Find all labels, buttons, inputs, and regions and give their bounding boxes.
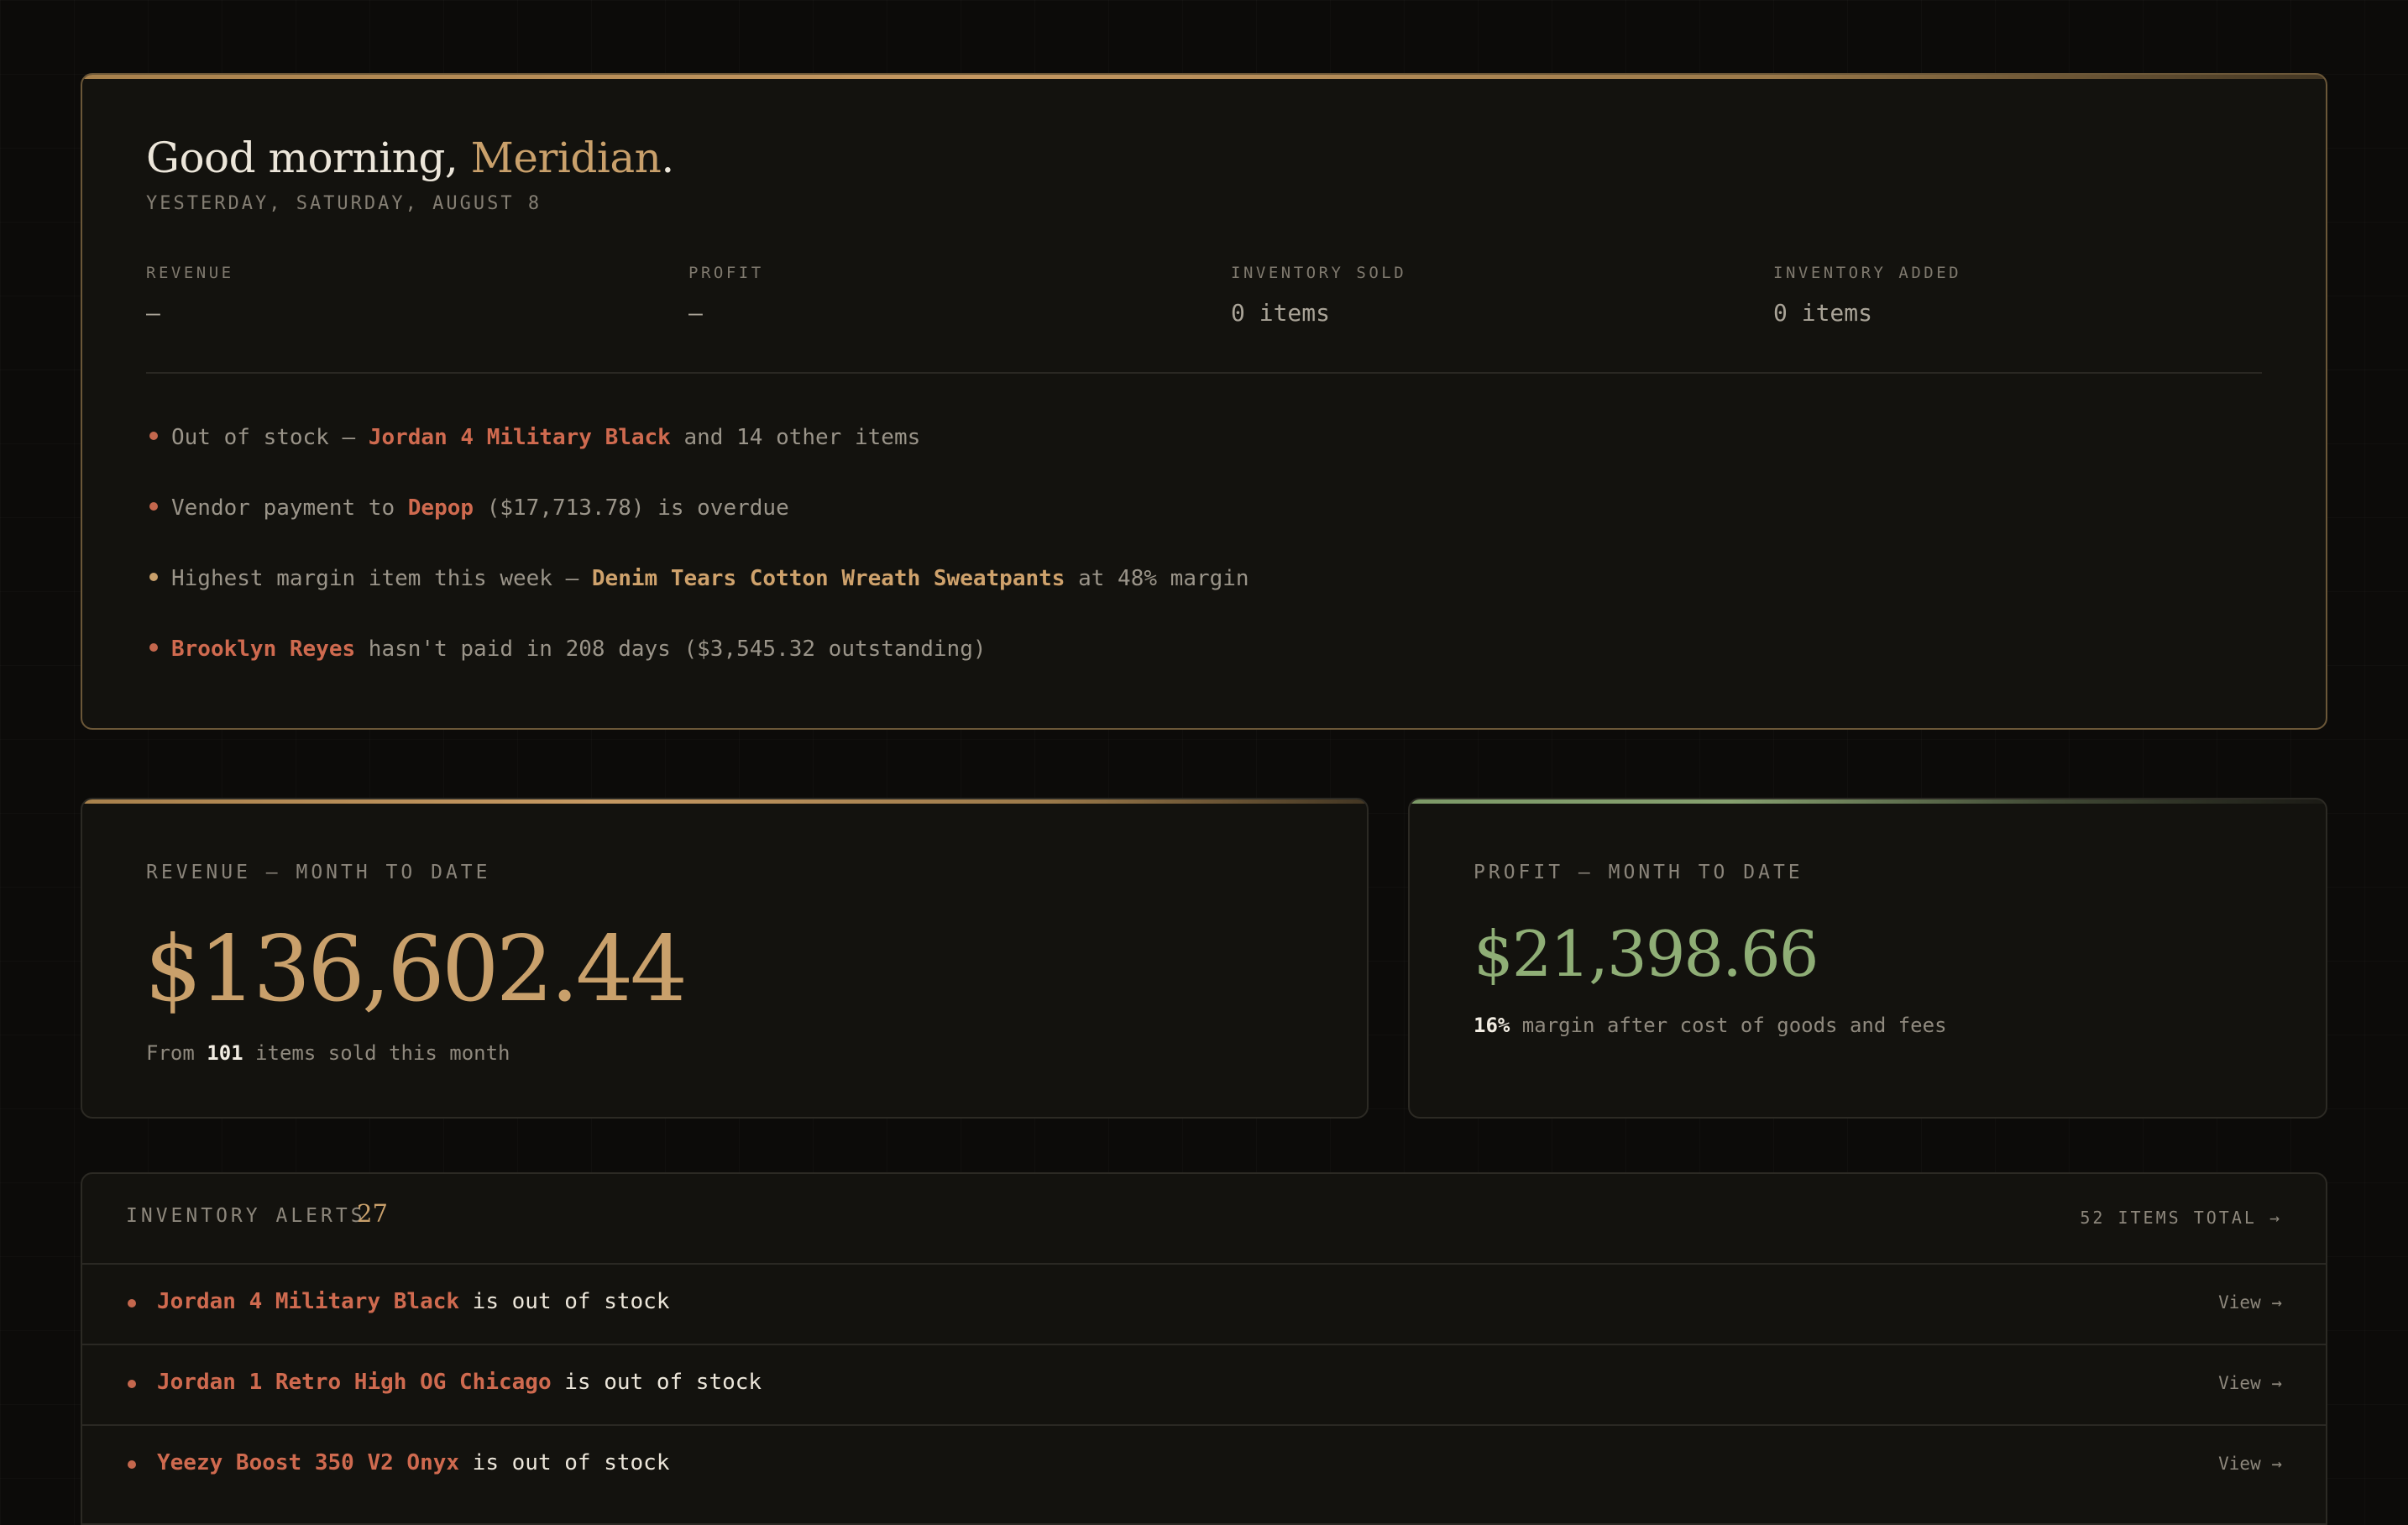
bullet-dot <box>149 573 158 581</box>
alert-dot <box>128 1460 136 1469</box>
insight-item: Vendor payment to Depop ($17,713.78) is … <box>146 495 789 521</box>
stat-inventory-added: INVENTORY ADDED 0 items <box>1773 264 1961 327</box>
alert-text: Jordan 1 Retro High OG Chicago is out of… <box>157 1370 762 1395</box>
profit-mtd-label: PROFIT — MONTH TO DATE <box>1474 862 1803 883</box>
profit-mtd-card: PROFIT — MONTH TO DATE $21,398.66 16% ma… <box>1408 798 2327 1119</box>
stat-profit: PROFIT — <box>688 264 764 327</box>
stat-value: — <box>688 299 703 327</box>
briefing-date: YESTERDAY, SATURDAY, AUGUST 8 <box>146 193 542 214</box>
insight-link[interactable]: Brooklyn Reyes <box>171 637 355 662</box>
insight-link[interactable]: Jordan 4 Military Black <box>369 425 671 450</box>
alert-item-name[interactable]: Yeezy Boost 350 V2 Onyx <box>157 1450 459 1475</box>
alert-text: Yeezy Boost 350 V2 Onyx is out of stock <box>157 1450 670 1475</box>
view-link[interactable]: View → <box>2218 1292 2282 1313</box>
alert-dot <box>128 1380 136 1388</box>
alert-text: Jordan 4 Military Black is out of stock <box>157 1289 670 1314</box>
insight-item: Brooklyn Reyes hasn't paid in 208 days (… <box>146 637 987 662</box>
bullet-dot <box>149 643 158 652</box>
stat-label: PROFIT <box>688 264 764 282</box>
alert-item-name[interactable]: Jordan 4 Military Black <box>157 1289 459 1314</box>
stat-inventory-sold: INVENTORY SOLD 0 items <box>1231 264 1406 327</box>
stat-value: — <box>146 299 160 327</box>
view-link[interactable]: View → <box>2218 1373 2282 1393</box>
insight-item: Highest margin item this week — Denim Te… <box>146 566 1249 591</box>
revenue-mtd-card: REVENUE — MONTH TO DATE $136,602.44 From… <box>81 798 1369 1119</box>
stat-revenue: REVENUE — <box>146 264 234 327</box>
stat-value: 0 items <box>1773 299 1873 327</box>
items-total-link[interactable]: 52 ITEMS TOTAL → <box>2080 1208 2282 1228</box>
revenue-mtd-value: $136,602.44 <box>144 917 688 1022</box>
insight-link[interactable]: Denim Tears Cotton Wreath Sweatpants <box>592 566 1065 591</box>
alert-item-name[interactable]: Jordan 1 Retro High OG Chicago <box>157 1370 552 1395</box>
card-accent-bar <box>82 75 2326 79</box>
revenue-mtd-label: REVENUE — MONTH TO DATE <box>146 862 491 883</box>
alert-row: Yeezy Boost 350 V2 Onyx is out of stock … <box>82 1424 2326 1505</box>
stat-value: 0 items <box>1231 299 1331 327</box>
card-accent-bar <box>82 799 1367 804</box>
bullet-dot <box>149 502 158 511</box>
alert-row: Jordan 4 Military Black is out of stock … <box>82 1263 2326 1345</box>
profit-mtd-subtext: 16% margin after cost of goods and fees <box>1474 1014 1947 1037</box>
greeting-heading: Good morning, Meridian. <box>146 134 674 182</box>
user-name: Meridian <box>470 134 662 182</box>
bullet-dot <box>149 432 158 440</box>
inventory-alerts-title: INVENTORY ALERTS <box>126 1205 366 1227</box>
profit-mtd-value: $21,398.66 <box>1474 917 1819 991</box>
alert-dot <box>128 1299 136 1308</box>
card-accent-bar <box>1410 799 2326 804</box>
stat-label: INVENTORY ADDED <box>1773 264 1962 282</box>
daily-briefing-card: Good morning, Meridian. YESTERDAY, SATUR… <box>81 73 2327 730</box>
insight-item: Out of stock — Jordan 4 Military Black a… <box>146 425 920 450</box>
insight-link[interactable]: Depop <box>408 495 474 521</box>
inventory-alerts-header: INVENTORY ALERTS 27 52 ITEMS TOTAL → <box>82 1174 2326 1265</box>
inventory-alerts-panel: INVENTORY ALERTS 27 52 ITEMS TOTAL → Jor… <box>81 1172 2327 1525</box>
stat-label: REVENUE <box>146 264 234 282</box>
view-link[interactable]: View → <box>2218 1454 2282 1474</box>
inventory-alerts-count: 27 <box>357 1199 388 1228</box>
alert-row: Jordan 1 Retro High OG Chicago is out of… <box>82 1344 2326 1426</box>
revenue-mtd-subtext: From 101 items sold this month <box>146 1041 510 1065</box>
divider <box>146 372 2262 374</box>
stat-label: INVENTORY SOLD <box>1231 264 1407 282</box>
